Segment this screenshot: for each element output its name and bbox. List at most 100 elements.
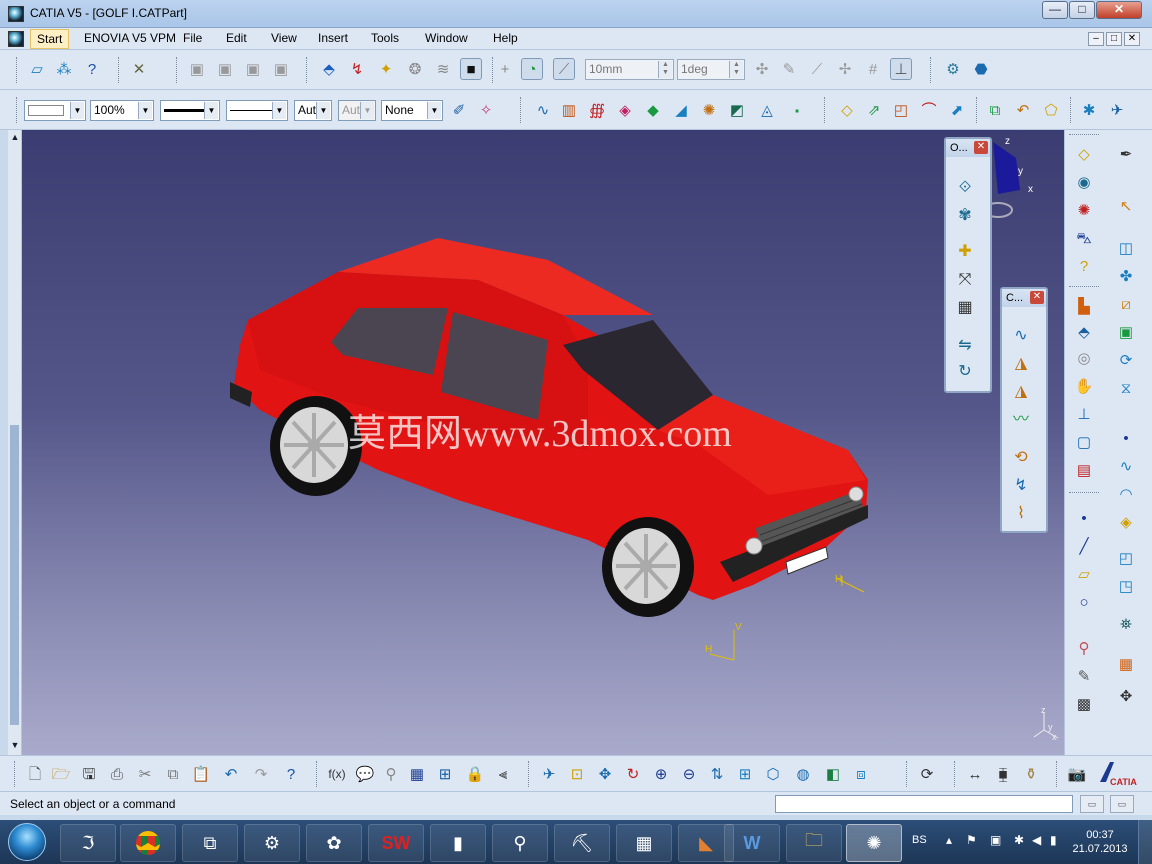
symmetry-icon[interactable]: ⇋ [954, 335, 976, 357]
print-icon[interactable]: ⎙ [106, 763, 128, 785]
menu-help[interactable]: Help [493, 31, 518, 45]
toolbar-grip[interactable] [930, 57, 933, 83]
taskbar-word-icon[interactable]: W [724, 824, 780, 862]
taskbar-gears-icon[interactable]: ⚙ [244, 824, 300, 862]
taskbar-app-icon[interactable]: ⛏ [554, 824, 610, 862]
plane-blue-icon[interactable]: ⬘ [1073, 322, 1095, 344]
show-desktop-button[interactable] [1138, 820, 1152, 864]
plus-icon[interactable]: + [494, 58, 516, 80]
document-icon[interactable] [8, 31, 24, 47]
taskbar-solidworks-icon[interactable]: SW [368, 824, 424, 862]
axis-icon[interactable]: ⊥ [890, 58, 912, 80]
measure-item-icon[interactable]: ⧯ [992, 763, 1014, 785]
fit-all-icon[interactable]: ⊡ [566, 763, 588, 785]
open-folder-icon[interactable]: 🗁 [50, 763, 72, 785]
fillet-icon[interactable]: ⌒ [918, 99, 940, 121]
scroll-tool-icon[interactable]: ✎ [1073, 666, 1095, 688]
menu-enovia[interactable]: ENOVIA V5 VPM [84, 31, 176, 45]
measure-between-icon[interactable]: ↔ [964, 763, 986, 785]
tray-network-icon[interactable]: ▣ [990, 833, 1001, 847]
dropdown-arrow-icon[interactable]: ▼ [427, 102, 441, 119]
rotate-blue-icon[interactable]: ⟳ [1115, 350, 1137, 372]
grid-orange-icon[interactable]: ▦ [1115, 654, 1137, 676]
extract-icon[interactable]: ◰ [890, 99, 912, 121]
toolbar-grip[interactable] [824, 97, 827, 123]
toolbar-grip[interactable] [954, 761, 957, 787]
color-icon[interactable]: ■ [460, 58, 482, 80]
tray-volume-icon[interactable]: ◀ [1032, 833, 1041, 847]
box-corner-icon[interactable]: ◳ [1115, 576, 1137, 598]
snap-icon[interactable]: ↯ [346, 58, 368, 80]
toolbar-grip[interactable] [1056, 761, 1059, 787]
car-icon[interactable]: ⛍ [1073, 228, 1095, 250]
param-icon[interactable]: ⫷ [492, 763, 514, 785]
curve-project-icon[interactable]: ↯ [1010, 475, 1032, 497]
angle-icon[interactable]: ⟋ [553, 58, 575, 80]
swap-icon[interactable]: ⧈ [850, 763, 872, 785]
curve-smooth-icon[interactable]: 〰 [1010, 409, 1032, 431]
spline-icon[interactable]: ∿ [532, 99, 554, 121]
tray-signal-icon[interactable]: ▮ [1050, 833, 1057, 847]
dropdown-arrow-icon[interactable]: ▼ [204, 102, 218, 119]
curve-connect-icon[interactable]: ⌇ [1010, 503, 1032, 525]
tray-arrow-icon[interactable]: ▴ [946, 833, 952, 847]
magic-wand-icon[interactable]: ✧ [475, 99, 497, 121]
translate-icon[interactable]: ⬈ [946, 99, 968, 121]
zoom-in-icon[interactable]: ⊕ [650, 763, 672, 785]
mdi-close-button[interactable]: ✕ [1124, 32, 1140, 46]
menu-view[interactable]: View [271, 31, 297, 45]
bottle-icon[interactable]: ⚱ [1020, 763, 1042, 785]
paste-icon[interactable]: 📋 [190, 763, 212, 785]
rotate-view-icon[interactable]: ↻ [622, 763, 644, 785]
whats-this-bottom-icon[interactable]: ? [280, 763, 302, 785]
plane-def-icon[interactable]: ◇ [1073, 144, 1095, 166]
render-style-icon[interactable]: ◍ [792, 763, 814, 785]
tools-icon[interactable]: ⚙ [942, 58, 964, 80]
painter-icon[interactable]: ✐ [448, 99, 470, 121]
camera-icon[interactable]: 📷 [1066, 763, 1088, 785]
grid-points-icon[interactable]: ⁂ [53, 58, 75, 80]
copy-icon[interactable]: ⧉ [162, 763, 184, 785]
toolbar-grip[interactable] [16, 57, 19, 83]
knowledge-icon[interactable]: ⚲ [380, 763, 402, 785]
extrude-icon[interactable]: ▥ [558, 99, 580, 121]
ruler-icon[interactable]: ◔ [521, 58, 543, 80]
toolbar-grip[interactable] [16, 97, 19, 123]
pattern-icon[interactable]: ✾ [954, 205, 976, 227]
taskbar-app-icon[interactable]: ⚲ [492, 824, 548, 862]
menu-edit[interactable]: Edit [226, 31, 247, 45]
taskbar-app-icon[interactable]: ✿ [306, 824, 362, 862]
render-icon[interactable]: ⛯ [1115, 614, 1137, 636]
table-icon[interactable]: ▦ [406, 763, 428, 785]
boxes-icon[interactable]: ▙ [1073, 296, 1095, 318]
transparency-select[interactable]: 100% ▼ [90, 100, 154, 121]
checker-icon[interactable]: ▩ [1073, 694, 1095, 716]
axis-marker-2[interactable] [709, 630, 735, 661]
scatter-icon[interactable]: ✣ [751, 58, 773, 80]
dropdown-arrow-icon[interactable]: ▼ [70, 102, 84, 119]
plane-flat-icon[interactable]: ▱ [1073, 564, 1095, 586]
tray-clock[interactable]: 00:37 21.07.2013 [1070, 828, 1130, 856]
taskbar-catia-active-icon[interactable]: ✺ [846, 824, 902, 862]
dome-icon[interactable]: ◠ [1115, 484, 1137, 506]
scale-icon[interactable]: ⤧ [954, 269, 976, 291]
curve-loop-icon[interactable]: ⟲ [1010, 447, 1032, 469]
tray-bluetooth-icon[interactable]: ✱ [1014, 833, 1024, 847]
taskbar-chrome-icon[interactable] [120, 824, 176, 862]
pan-icon[interactable]: ✥ [594, 763, 616, 785]
layer-select[interactable]: None ▼ [381, 100, 443, 121]
geometry-icon[interactable]: ❂ [404, 58, 426, 80]
plane-icon[interactable]: ⬘ [318, 58, 340, 80]
toolbar-grip[interactable] [14, 761, 17, 787]
update-icon[interactable]: ⬣ [970, 58, 992, 80]
point-type-select[interactable]: Aut ▼ [294, 100, 332, 121]
menu-start[interactable]: Start [30, 29, 70, 49]
cube-grey-icon[interactable]: ▣ [186, 58, 208, 80]
menu-window[interactable]: Window [425, 31, 468, 45]
measure-icon[interactable]: ⚲ [1073, 638, 1095, 660]
transform-icon[interactable]: ✥ [1115, 686, 1137, 708]
new-file-icon[interactable]: 🗋 [24, 763, 46, 785]
cube-grey-icon[interactable]: ▣ [270, 58, 292, 80]
point-dot-icon[interactable]: • [1073, 508, 1095, 530]
bounds-icon[interactable]: ▣ [1115, 322, 1137, 344]
